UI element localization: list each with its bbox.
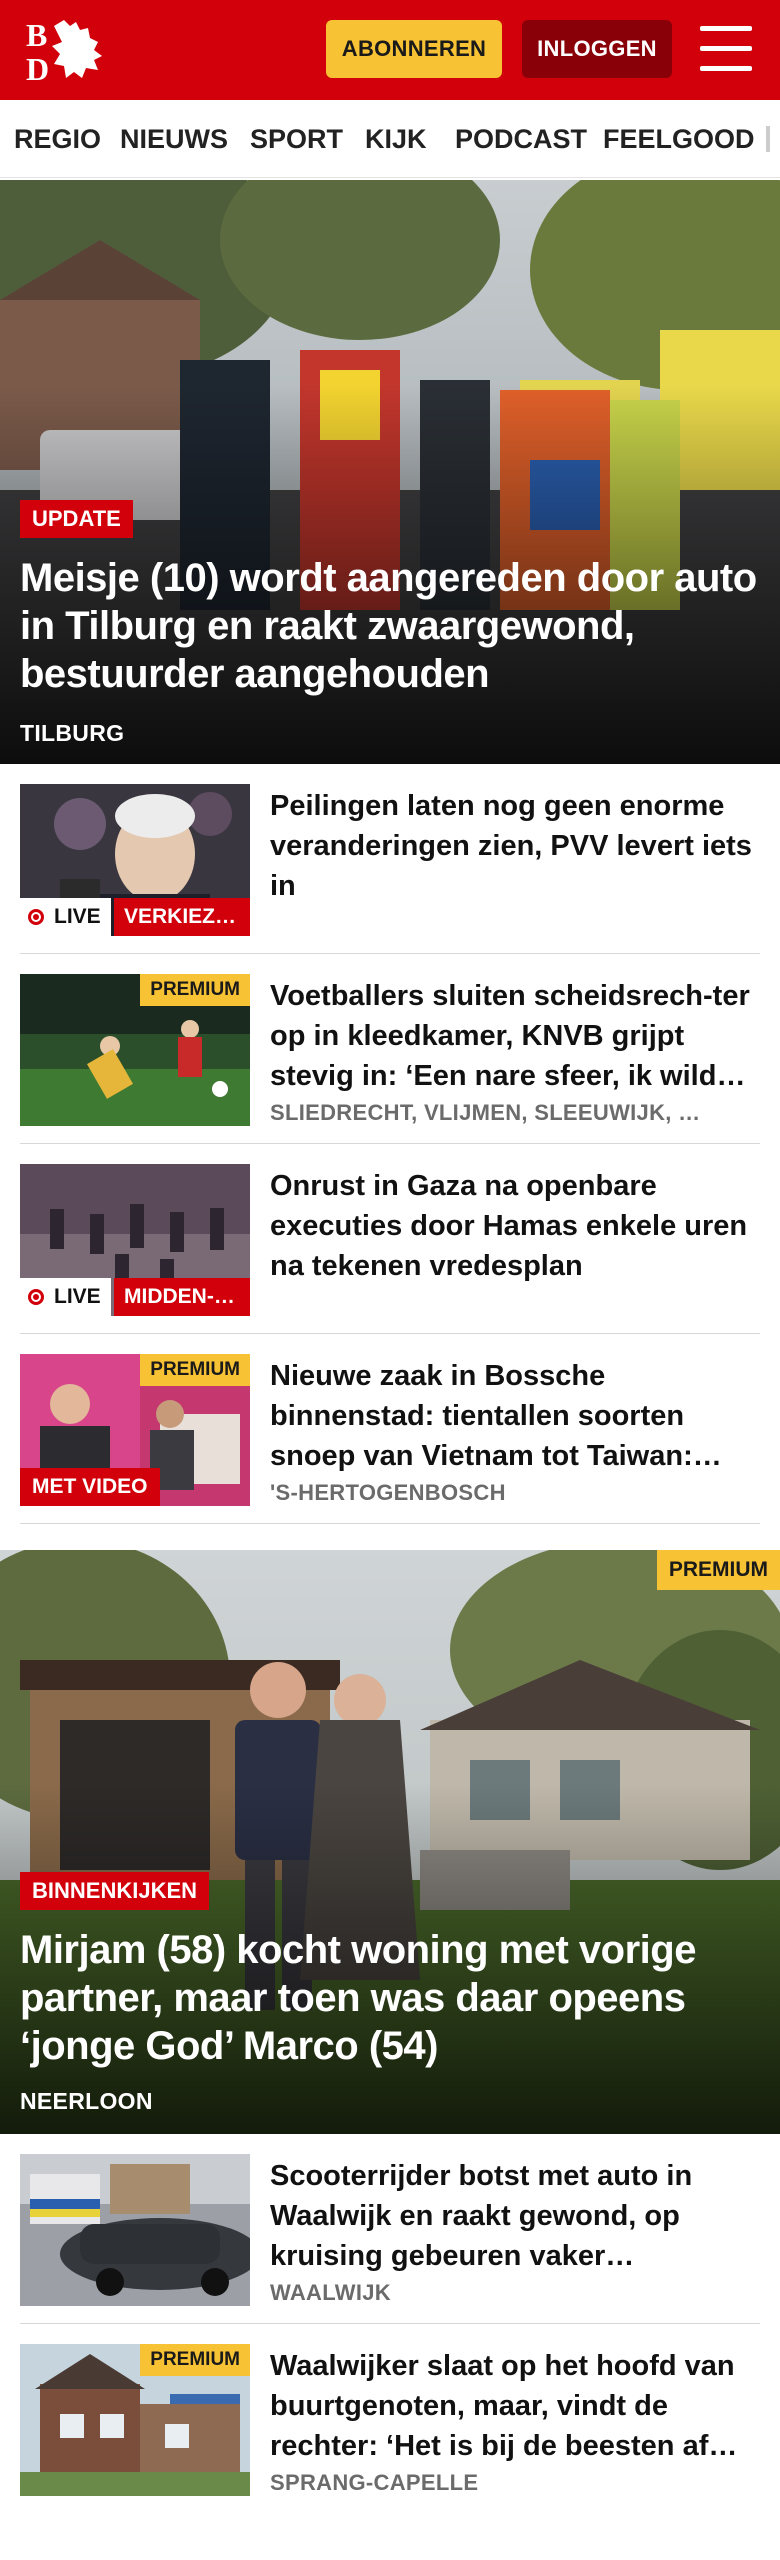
hero-category-label: BINNENKIJKEN bbox=[20, 1872, 210, 1910]
live-dot-icon bbox=[28, 909, 44, 925]
hero-category-label: UPDATE bbox=[20, 500, 133, 538]
hamburger-menu-icon[interactable] bbox=[700, 26, 752, 72]
premium-badge: PREMIUM bbox=[140, 1354, 250, 1386]
hero-location: NEERLOON bbox=[20, 2088, 153, 2114]
article-thumbnail: PREMIUM MET VIDEO bbox=[20, 1354, 250, 1506]
article-location: 'S-HERTOGENBOSCH bbox=[270, 1480, 506, 1505]
article-card[interactable]: PREMIUM Voetballers sluiten scheidsrech-… bbox=[20, 954, 760, 1144]
premium-badge: PREMIUM bbox=[140, 974, 250, 1006]
live-text: LIVE bbox=[54, 905, 101, 928]
article-thumbnail bbox=[20, 2154, 250, 2306]
video-badge: MET VIDEO bbox=[20, 1468, 160, 1506]
hero-article-neerloon[interactable]: PREMIUM BINNENKIJKEN Mirjam (58) kocht w… bbox=[0, 1550, 780, 2134]
article-title[interactable]: Voetballers sluiten scheidsrech-ter op i… bbox=[270, 976, 760, 1096]
hero-headline[interactable]: Meisje (10) wordt aangereden door auto i… bbox=[20, 554, 760, 698]
article-thumbnail: PREMIUM bbox=[20, 2344, 250, 2496]
live-text: LIVE bbox=[54, 1285, 101, 1308]
article-card[interactable]: Scooterrijder botst met auto in Waalwijk… bbox=[20, 2134, 760, 2324]
nav-item-podcast[interactable]: PODCAST bbox=[455, 124, 587, 155]
site-header: B D ABONNEREN INLOGGEN bbox=[0, 0, 780, 100]
svg-text:D: D bbox=[26, 51, 49, 84]
article-location: WAALWIJK bbox=[270, 2280, 391, 2305]
article-title[interactable]: Scooterrijder botst met auto in Waalwijk… bbox=[270, 2156, 760, 2276]
nav-item-regio[interactable]: REGIO bbox=[14, 124, 101, 155]
article-card[interactable]: LIVE VERKIEZINGEN Peilingen laten nog ge… bbox=[20, 764, 760, 954]
live-badge: LIVE bbox=[20, 1278, 111, 1316]
nav-item-feelgood[interactable]: FEELGOOD bbox=[603, 124, 755, 155]
article-title[interactable]: Onrust in Gaza na openbare executies doo… bbox=[270, 1166, 760, 1286]
article-title[interactable]: Peilingen laten nog geen enorme verander… bbox=[270, 786, 760, 906]
live-dot-icon bbox=[28, 1289, 44, 1305]
live-category: MIDDEN-OOSTEN bbox=[114, 1278, 250, 1316]
hero-location: TILBURG bbox=[20, 720, 125, 746]
login-button[interactable]: INLOGGEN bbox=[522, 20, 672, 78]
nav-item-kijk[interactable]: KIJK bbox=[365, 124, 427, 155]
article-card[interactable]: LIVE MIDDEN-OOSTEN Onrust in Gaza na ope… bbox=[20, 1144, 760, 1334]
nav-overflow-indicator bbox=[766, 126, 770, 152]
nav-item-nieuws[interactable]: NIEUWS bbox=[120, 124, 228, 155]
article-card[interactable]: PREMIUM MET VIDEO Nieuwe zaak in Bossche… bbox=[20, 1334, 760, 1524]
premium-badge: PREMIUM bbox=[140, 2344, 250, 2376]
article-thumbnail: PREMIUM bbox=[20, 974, 250, 1126]
article-location: SPRANG-CAPELLE bbox=[270, 2470, 479, 2495]
bd-logo[interactable]: B D bbox=[24, 16, 120, 84]
hero-headline[interactable]: Mirjam (58) kocht woning met vorige part… bbox=[20, 1926, 760, 2070]
svg-text:B: B bbox=[26, 17, 47, 53]
article-thumbnail: LIVE VERKIEZINGEN bbox=[20, 784, 250, 936]
live-badge: LIVE bbox=[20, 898, 111, 936]
nav-item-sport[interactable]: SPORT bbox=[250, 124, 343, 155]
article-location: SLIEDRECHT, VLIJMEN, SLEEUWIJK, … bbox=[270, 1100, 701, 1125]
article-thumbnail: LIVE MIDDEN-OOSTEN bbox=[20, 1164, 250, 1316]
hero-article-tilburg[interactable]: UPDATE Meisje (10) wordt aangereden door… bbox=[0, 180, 780, 764]
section-nav: REGIO NIEUWS SPORT KIJK PODCAST FEELGOOD bbox=[0, 100, 780, 178]
article-title[interactable]: Waalwijker slaat op het hoofd van buurtg… bbox=[270, 2346, 760, 2466]
subscribe-button[interactable]: ABONNEREN bbox=[326, 20, 502, 78]
article-title[interactable]: Nieuwe zaak in Bossche binnenstad: tient… bbox=[270, 1356, 760, 1476]
premium-badge: PREMIUM bbox=[656, 1550, 780, 1590]
live-category: VERKIEZINGEN bbox=[114, 898, 250, 936]
article-card[interactable]: PREMIUM Waalwijker slaat op het hoofd va… bbox=[20, 2324, 760, 2514]
